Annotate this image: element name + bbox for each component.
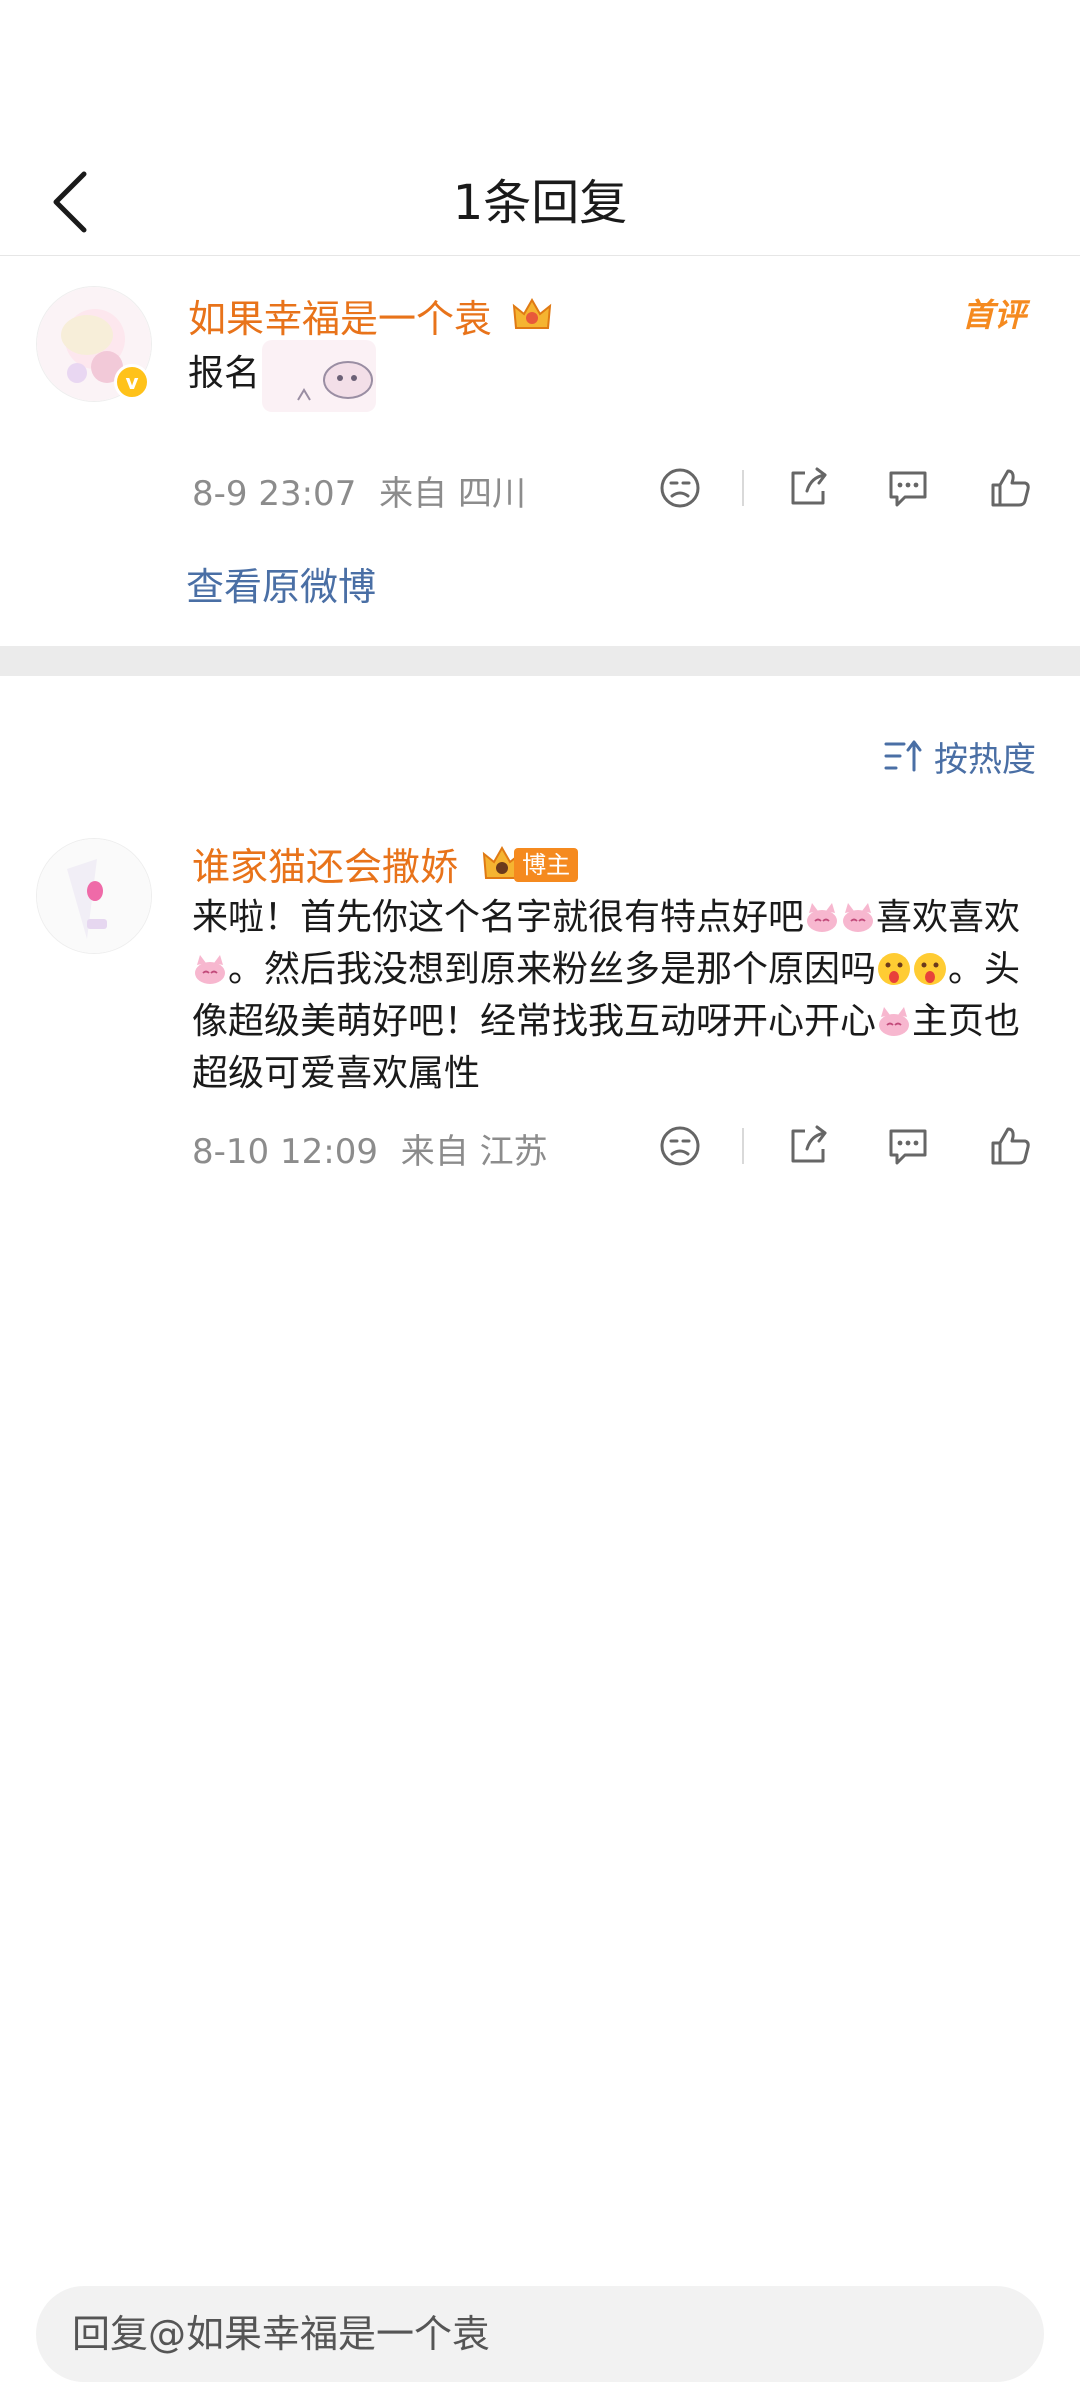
comment-meta: 8-9 23:07 来自 四川 bbox=[192, 466, 526, 515]
avatar[interactable]: v bbox=[36, 286, 152, 402]
pink-cat-emoji-icon bbox=[879, 1007, 910, 1036]
reply-input[interactable] bbox=[36, 2286, 1044, 2382]
comment-icon bbox=[889, 1129, 927, 1165]
verified-badge-icon: v bbox=[114, 364, 150, 400]
reply-text: 来啦！首先你这个名字就很有特点好吧 喜欢喜欢。然后我没想到原来粉丝多是那个原因吗。… bbox=[192, 897, 1021, 1094]
like-button[interactable] bbox=[980, 1116, 1040, 1176]
comment-time: 8-9 23:07 bbox=[192, 474, 357, 514]
sort-icon bbox=[884, 740, 922, 772]
page-title: 1条回复 bbox=[452, 175, 628, 231]
blogger-badge: 博主 bbox=[480, 844, 594, 884]
sort-button[interactable]: 按热度 bbox=[884, 732, 1036, 780]
reply-avatar[interactable] bbox=[36, 838, 152, 954]
sort-label: 按热度 bbox=[934, 739, 1036, 780]
share-button[interactable] bbox=[778, 1116, 838, 1176]
reply-username[interactable]: 谁家猫还会撒娇 博主 bbox=[192, 836, 594, 891]
comment-button[interactable] bbox=[878, 458, 938, 518]
reply-avatar-image bbox=[36, 838, 152, 954]
comment-username[interactable]: 如果幸福是一个袁 bbox=[188, 288, 554, 343]
dislike-face-icon bbox=[660, 1126, 700, 1166]
comment-text: 报名 bbox=[188, 353, 261, 394]
like-thumb-icon bbox=[991, 469, 1030, 507]
like-button[interactable] bbox=[980, 458, 1040, 518]
like-thumb-icon bbox=[991, 1127, 1030, 1165]
share-icon bbox=[791, 1125, 827, 1163]
reply-actions bbox=[650, 1116, 1070, 1176]
pink-cat-emoji-icon bbox=[843, 903, 874, 932]
first-comment-badge: 首评 bbox=[962, 296, 1027, 334]
tongue-face-emoji-icon bbox=[878, 953, 911, 985]
comment-sticker-image[interactable] bbox=[262, 340, 376, 412]
crown-icon bbox=[512, 297, 552, 329]
share-button[interactable] bbox=[778, 458, 838, 518]
dislike-button[interactable] bbox=[650, 458, 710, 518]
share-icon bbox=[791, 467, 827, 505]
nav-bar: 1条回复 bbox=[0, 150, 1080, 256]
dislike-button[interactable] bbox=[650, 1116, 710, 1176]
dislike-face-icon bbox=[660, 468, 700, 508]
section-divider bbox=[0, 646, 1080, 676]
view-original-link[interactable]: 查看原微博 bbox=[186, 556, 376, 611]
tongue-face-emoji-icon bbox=[914, 953, 947, 985]
pink-cat-emoji-icon bbox=[195, 955, 225, 984]
pink-cat-emoji-icon bbox=[807, 903, 838, 932]
reply-location: 来自 江苏 bbox=[400, 1132, 548, 1172]
reply-time: 8-10 12:09 bbox=[192, 1132, 378, 1172]
reply-input-bar[interactable] bbox=[36, 2286, 1044, 2382]
action-divider bbox=[742, 470, 744, 506]
reply-meta: 8-10 12:09 来自 江苏 bbox=[192, 1124, 548, 1173]
status-bar-space bbox=[0, 0, 1080, 150]
comment-actions bbox=[650, 458, 1070, 518]
comment-icon bbox=[889, 471, 927, 507]
comment-button[interactable] bbox=[878, 1116, 938, 1176]
action-divider bbox=[742, 1128, 744, 1164]
comment-location: 来自 四川 bbox=[379, 474, 526, 514]
